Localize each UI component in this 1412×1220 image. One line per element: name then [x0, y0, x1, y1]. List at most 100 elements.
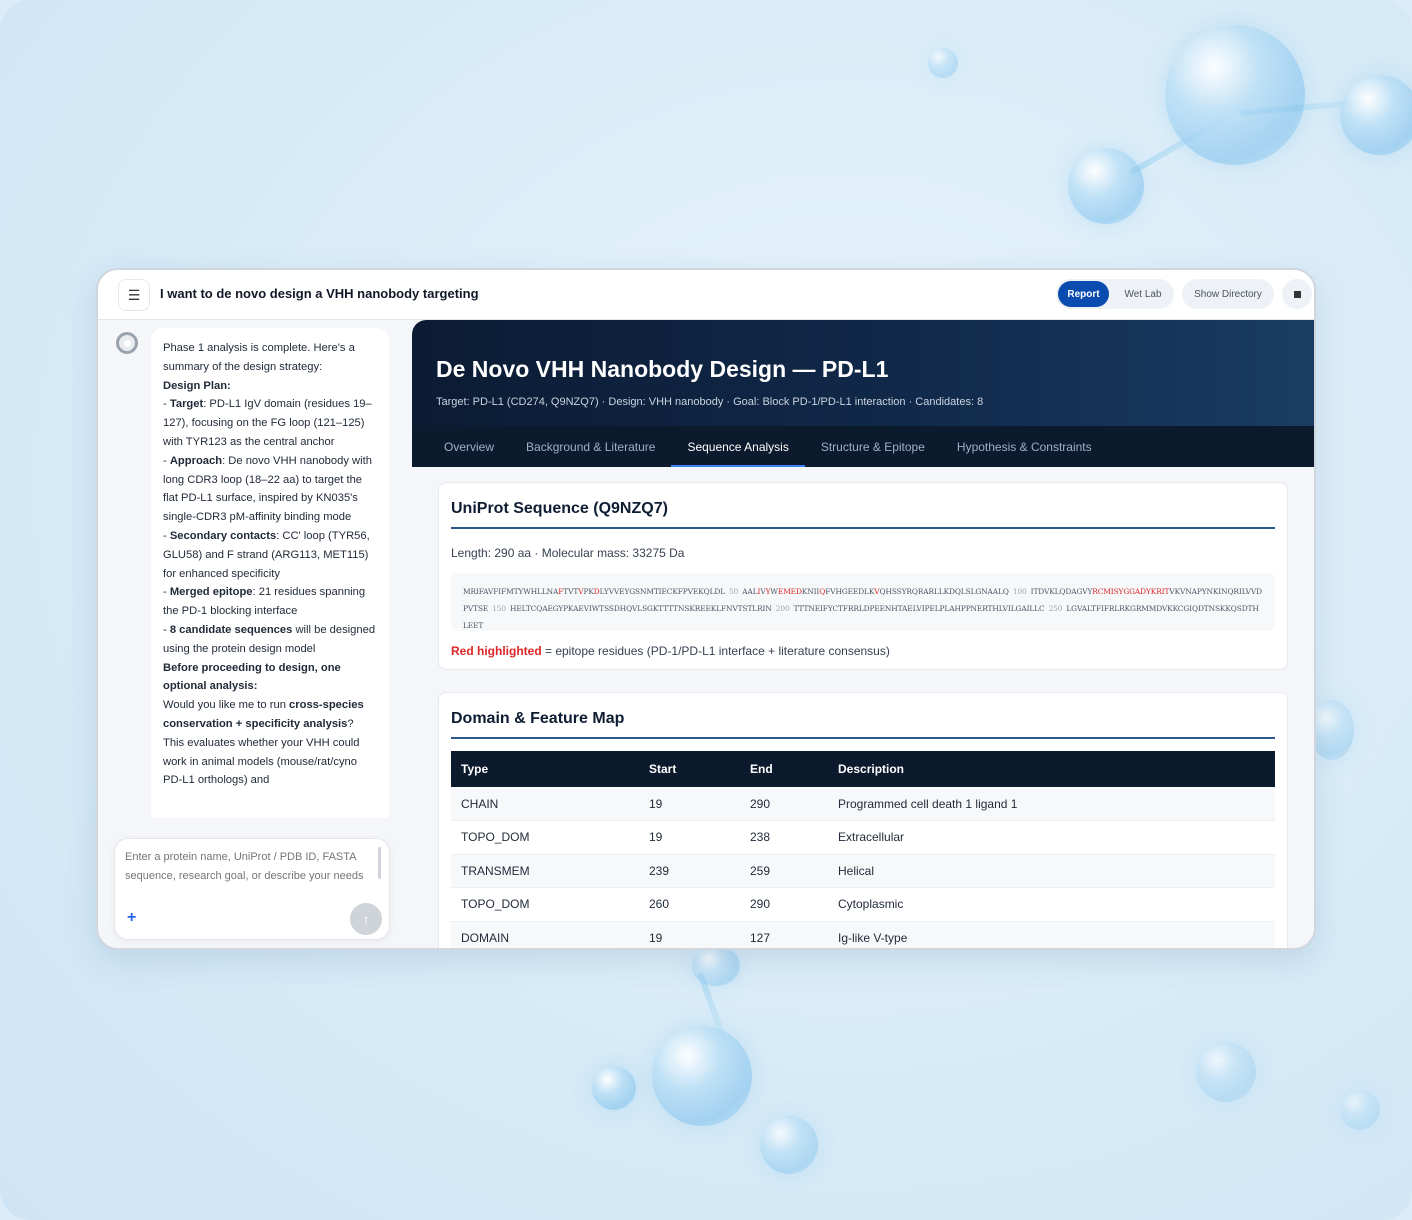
report-tabs: Overview Background & Literature Sequence … — [412, 426, 1314, 467]
epitope-residue: RCMISYGGADYKRIT — [1092, 587, 1170, 596]
plan-target: - Target: PD-L1 IgV domain (residues 19–… — [163, 398, 372, 448]
prompt-input[interactable] — [125, 848, 369, 888]
assistant-message: Phase 1 analysis is complete. Here's a s… — [151, 328, 389, 818]
molecule-bubble — [1068, 148, 1144, 224]
hamburger-menu-button[interactable]: ☰ — [118, 279, 150, 311]
table-row: TOPO_DOM 260 290 Cytoplasmic — [451, 887, 1275, 922]
sequence-box: MRIFAVFIFMTYWHLLNAFTVTVPKDLYVVEYGSNMTIEC… — [451, 573, 1275, 631]
feature-table: Type Start End Description CHAIN 19 290 Progra… — [451, 751, 1275, 948]
table-cell: TOPO_DOM — [451, 820, 639, 855]
sequence-segment: KNII — [801, 587, 820, 596]
add-attachment-button[interactable]: + — [127, 909, 136, 927]
sequence-segment: FVHGEEDLK — [825, 587, 875, 596]
design-plan-heading: Design Plan: — [163, 379, 231, 392]
plan-approach: - Approach: De novo VHH nanobody with lo… — [163, 454, 372, 524]
sequence-segment: TVT — [563, 587, 579, 596]
top-bar: ☰ I want to de novo design a VHH nanobod… — [98, 270, 1314, 320]
plan-secondary: - Secondary contacts: CC' loop (TYR56, G… — [163, 529, 370, 580]
tab-structure-epitope[interactable]: Structure & Epitope — [805, 426, 941, 467]
sequence-segment: PK — [583, 587, 594, 596]
molecule-bubble — [1310, 700, 1354, 760]
table-cell: Helical — [828, 854, 1275, 888]
table-cell: TOPO_DOM — [451, 887, 639, 922]
stop-icon — [1293, 290, 1301, 298]
table-cell: DOMAIN — [451, 921, 639, 948]
sequence-position-number: 50 — [729, 587, 739, 596]
sequence-segment: W — [770, 587, 778, 596]
table-cell: Ig-like V-type — [828, 921, 1275, 948]
sequence-segment: ITDVKLQDAGVY — [1030, 587, 1093, 596]
report-title: De Novo VHH Nanobody Design — PD-L1 — [436, 356, 889, 382]
sequence-meta: Length: 290 aa · Molecular mass: 33275 D… — [451, 546, 685, 560]
molecule-bubble — [652, 1026, 752, 1126]
composer: + ↑ — [114, 838, 390, 940]
table-cell: 259 — [740, 854, 828, 888]
sequence-segment: AAL — [742, 587, 758, 596]
table-cell: 19 — [639, 921, 740, 948]
table-cell: 290 — [740, 787, 828, 821]
sequence-segment: LYVVEYGSNMTIECKFPVEKQLDL — [599, 587, 726, 596]
optional-question: Would you like me to run cross-species c… — [163, 699, 364, 787]
tab-overview[interactable]: Overview — [412, 426, 510, 467]
epitope-legend: Red highlighted = epitope residues (PD-1… — [451, 644, 890, 658]
plan-candidates: - 8 candidate sequences will be designed… — [163, 623, 376, 655]
chat-panel: Phase 1 analysis is complete. Here's a s… — [98, 320, 412, 948]
table-cell: 260 — [639, 887, 740, 922]
molecule-bubble — [760, 1116, 818, 1174]
report-subtitle: Target: PD-L1 (CD274, Q9NZQ7) · Design: … — [436, 396, 984, 408]
stop-button[interactable] — [1282, 279, 1312, 309]
table-cell: TRANSMEM — [451, 854, 639, 888]
report-tab-button[interactable]: Report — [1058, 281, 1109, 307]
sequence-position-number: 100 — [1012, 587, 1027, 596]
send-button[interactable]: ↑ — [350, 903, 382, 935]
table-cell: Cytoplasmic — [828, 887, 1275, 922]
hamburger-icon: ☰ — [127, 286, 141, 303]
molecule-bubble — [1340, 1090, 1380, 1130]
table-cell: 239 — [639, 854, 740, 888]
composer-scrollbar[interactable] — [378, 847, 381, 879]
table-cell: 290 — [740, 887, 828, 922]
table-cell: 238 — [740, 820, 828, 855]
column-header: Start — [639, 751, 740, 787]
column-header: End — [740, 751, 828, 787]
sequence-segment: QHSSYRQRARLLKDQLSLGNAALQ — [879, 587, 1009, 596]
molecule-bubble — [1196, 1042, 1256, 1102]
sequence-position-number: 200 — [775, 604, 790, 613]
sequence-card-title: UniProt Sequence (Q9NZQ7) — [451, 483, 1275, 529]
molecule-bubble — [1165, 25, 1305, 165]
tab-background-literature[interactable]: Background & Literature — [510, 426, 671, 467]
sequence-position-number: 250 — [1048, 604, 1063, 613]
table-header-row: Type Start End Description — [451, 751, 1275, 787]
arrow-up-icon: ↑ — [362, 911, 370, 927]
domain-card-title: Domain & Feature Map — [451, 693, 1275, 739]
molecule-bubble — [592, 1066, 636, 1110]
message-intro: Phase 1 analysis is complete. Here's a s… — [163, 342, 355, 373]
table-row: TRANSMEM 239 259 Helical — [451, 854, 1275, 888]
column-header: Description — [828, 751, 1275, 787]
column-header: Type — [451, 751, 639, 787]
table-cell: 127 — [740, 921, 828, 948]
sequence-segment: TTTNEIFYCTFRRLDPEENHTAELVIPELPLAHPPNERTH… — [793, 604, 1045, 613]
report-header: De Novo VHH Nanobody Design — PD-L1 Targ… — [412, 320, 1314, 426]
app-window: ☰ I want to de novo design a VHH nanobod… — [96, 268, 1316, 950]
show-directory-button[interactable]: Show Directory — [1182, 279, 1274, 309]
table-cell: 19 — [639, 787, 740, 821]
plan-epitope: - Merged epitope: 21 residues spanning t… — [163, 586, 366, 618]
tab-hypothesis-constraints[interactable]: Hypothesis & Constraints — [941, 426, 1108, 467]
tab-sequence-analysis[interactable]: Sequence Analysis — [671, 426, 806, 467]
assistant-avatar-icon — [116, 332, 138, 354]
table-cell: Programmed cell death 1 ligand 1 — [828, 787, 1275, 821]
sequence-segment: MRIFAVFIFMTYWHLLNA — [463, 587, 559, 596]
molecule-bubble — [692, 946, 740, 986]
molecule-bubble — [1340, 75, 1412, 155]
sequence-segment: HELTCQAEGYPKAEVIWTSSDHQVLSGKTTTTNSKREEKL… — [510, 604, 772, 613]
epitope-residue: EMED — [777, 587, 802, 596]
table-row: TOPO_DOM 19 238 Extracellular — [451, 820, 1275, 855]
chat-title: I want to de novo design a VHH nanobody … — [160, 286, 479, 301]
table-row: CHAIN 19 290 Programmed cell death 1 ligand… — [451, 787, 1275, 821]
table-cell: Extracellular — [828, 820, 1275, 855]
table-row: DOMAIN 19 127 Ig-like V-type — [451, 921, 1275, 948]
molecule-bubble — [928, 48, 958, 78]
wet-lab-tab-button[interactable]: Wet Lab — [1114, 281, 1172, 307]
domain-card: Domain & Feature Map Type Start End Descrip… — [438, 692, 1288, 948]
